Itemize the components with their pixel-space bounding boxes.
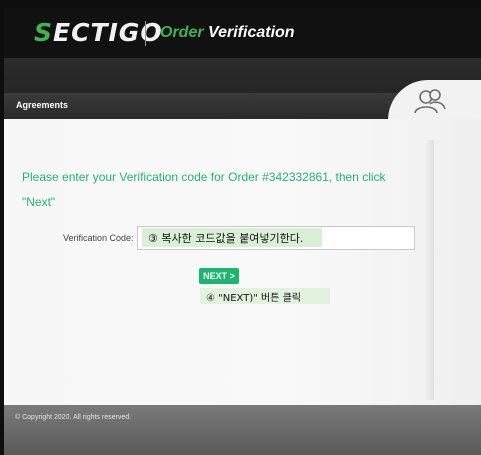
logo-initial: S [34, 18, 54, 47]
content-panel-edge [424, 140, 434, 400]
page-title-accent: Order [160, 24, 204, 41]
sectigo-logo[interactable]: SECTIGO [34, 18, 163, 47]
copyright-text: © Copyright 2020. All rights reserved. [15, 414, 132, 421]
verification-code-label: Verification Code: [63, 233, 134, 243]
header: SECTIGO Order Verification [4, 8, 481, 58]
next-annotation: ④ "NEXT)" 버튼 클릭 [206, 293, 301, 304]
header-divider [145, 21, 146, 46]
page-title: Order Verification [160, 24, 295, 42]
nav-item-agreements[interactable]: Agreements [16, 100, 68, 110]
page-title-rest: Verification [203, 24, 295, 41]
content-panel [4, 119, 481, 405]
next-button[interactable]: NEXT > [199, 268, 239, 284]
user-group-icon[interactable] [410, 86, 450, 116]
paste-annotation: ③ 복사한 코드값을 붙여넣기한다. [148, 232, 304, 245]
footer: © Copyright 2020. All rights reserved. [4, 405, 481, 455]
logo-rest: ECTIGO [53, 18, 163, 47]
verification-instructions: Please enter your Verification code for … [22, 170, 386, 209]
